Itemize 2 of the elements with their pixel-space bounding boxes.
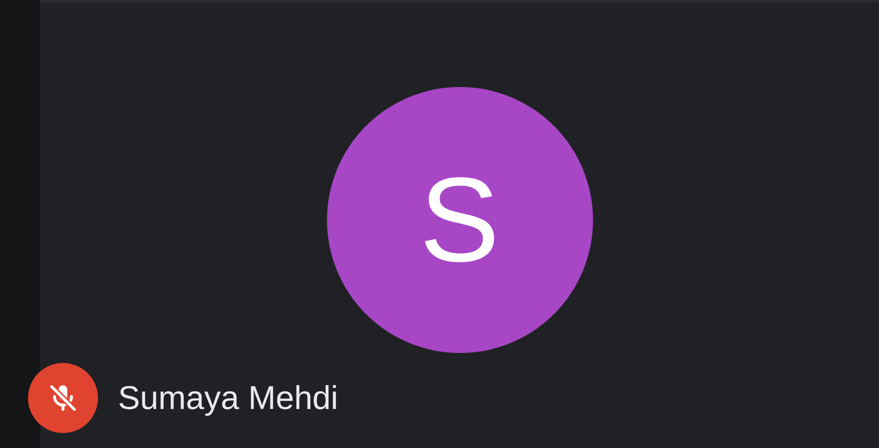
avatar: S xyxy=(326,86,592,352)
participant-name: Sumaya Mehdi xyxy=(118,379,338,417)
